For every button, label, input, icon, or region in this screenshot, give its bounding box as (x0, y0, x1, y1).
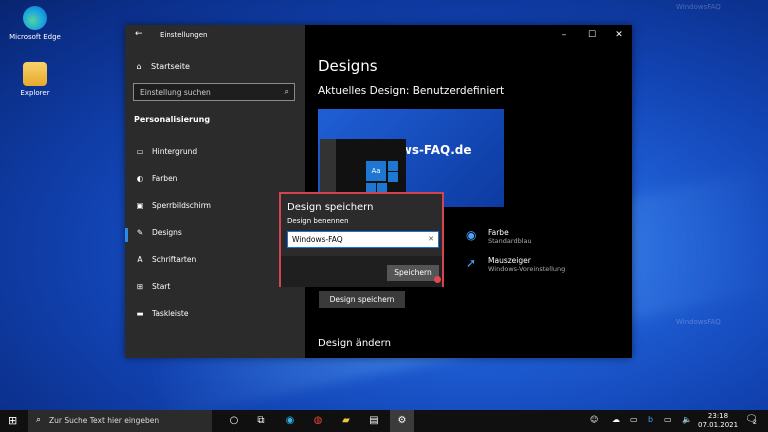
chrome-icon[interactable]: ◍ (310, 413, 326, 429)
taskbar-clock[interactable]: 23:18 07.01.2021 (698, 412, 738, 430)
sidebar-item-label: Taskleiste (152, 309, 189, 318)
maximize-button[interactable]: ☐ (582, 27, 602, 43)
taskbar-icon: ▬ (136, 309, 144, 318)
taskbar-search-placeholder: Zur Suche Text hier eingeben (49, 416, 160, 425)
nav-home[interactable]: ⌂ Startseite (133, 62, 190, 71)
clock-date: 07.01.2021 (698, 421, 739, 429)
desktop-icon-edge[interactable]: Microsoft Edge (5, 6, 65, 41)
network-icon[interactable]: ▭ (630, 415, 638, 424)
title-bar[interactable]: ← Einstellungen – ☐ ✕ (125, 25, 632, 45)
active-indicator (125, 228, 128, 242)
clear-icon[interactable]: ✕ (428, 235, 434, 243)
sidebar-item-start[interactable]: ⊞ Start (134, 282, 170, 291)
people-icon[interactable]: ☺ (590, 415, 598, 424)
font-icon: A (137, 255, 143, 264)
minimize-button[interactable]: – (554, 27, 574, 43)
property-value: Standardblau (488, 237, 532, 245)
volume-icon[interactable]: 🔈 (682, 415, 692, 424)
change-design-heading: Design ändern (318, 338, 391, 349)
terminal-icon[interactable]: ▤ (366, 413, 382, 429)
sidebar-item-taskleiste[interactable]: ▬ Taskleiste (134, 309, 188, 318)
desktop-icon-label: Microsoft Edge (9, 33, 61, 41)
sidebar-item-sperrbildschirm[interactable]: ▣ Sperrbildschirm (134, 201, 211, 210)
property-name: Farbe (488, 228, 509, 237)
cursor-icon: ➚ (466, 256, 477, 270)
start-icon: ⊞ (136, 282, 144, 291)
palette-icon: ◉ (466, 228, 477, 242)
bing-icon[interactable]: b (648, 415, 653, 424)
task-view-icon[interactable]: ○ (226, 413, 242, 429)
mouse-pointer-highlight (434, 276, 441, 283)
search-icon: ⌕ (36, 415, 42, 425)
save-button[interactable]: Speichern (387, 265, 439, 281)
property-farbe[interactable]: ◉ Farbe Standardblau (466, 228, 532, 245)
folder-icon (23, 62, 47, 86)
dialog-field-label: Design benennen (287, 217, 349, 225)
sidebar-item-label: Sperrbildschirm (152, 201, 211, 210)
edge-icon[interactable]: ◉ (282, 413, 298, 429)
preview-tile: Aa (366, 161, 386, 181)
property-mauszeiger[interactable]: ➚ Mauszeiger Windows-Voreinstellung (466, 256, 566, 273)
edge-icon (23, 6, 47, 30)
brush-icon: ✎ (136, 228, 144, 237)
close-button[interactable]: ✕ (609, 27, 629, 43)
palette-icon: ◐ (136, 174, 144, 183)
onedrive-icon[interactable]: ☁ (612, 415, 620, 424)
clock-time: 23:18 (707, 412, 729, 420)
sidebar-item-label: Designs (152, 228, 182, 237)
desktop-icon-label: Explorer (20, 89, 50, 97)
sidebar-item-label: Hintergrund (152, 147, 198, 156)
sidebar-item-farben[interactable]: ◐ Farben (134, 174, 178, 183)
back-arrow-icon[interactable]: ← (135, 29, 143, 39)
page-title: Designs (318, 57, 378, 75)
sidebar-item-label: Schriftarten (152, 255, 197, 264)
section-heading: Personalisierung (134, 115, 211, 124)
widgets-icon[interactable]: ⧉ (253, 413, 269, 429)
sidebar-item-label: Farben (152, 174, 178, 183)
taskbar: ⊞ ⌕ Zur Suche Text hier eingeben ○ ⧉ ◉ ◍… (0, 410, 768, 432)
nav-home-label: Startseite (151, 62, 190, 71)
home-icon: ⌂ (136, 62, 142, 71)
save-design-button[interactable]: Design speichern (319, 291, 405, 308)
search-placeholder: Einstellung suchen (140, 88, 211, 97)
preview-tile (388, 172, 398, 182)
folder-icon[interactable]: ▰ (338, 413, 354, 429)
property-value: Windows-Voreinstellung (488, 265, 566, 273)
search-icon: ⌕ (284, 87, 289, 96)
display-icon[interactable]: ▭ (664, 415, 672, 424)
desktop-icon-explorer[interactable]: Explorer (5, 62, 65, 97)
property-name: Mauszeiger (488, 256, 531, 265)
design-name-input[interactable]: Windows-FAQ ✕ (287, 231, 439, 248)
notification-count: 2 (753, 419, 757, 426)
current-design-heading: Aktuelles Design: Benutzerdefiniert (318, 85, 505, 97)
sidebar-item-schriftarten[interactable]: A Schriftarten (134, 255, 196, 264)
sidebar-item-designs[interactable]: ✎ Designs (134, 228, 182, 237)
dialog-title: Design speichern (287, 202, 374, 213)
image-icon: ▭ (136, 147, 144, 156)
design-name-value: Windows-FAQ (292, 235, 343, 244)
watermark: WindowsFAQ (676, 318, 721, 326)
watermark: WindowsFAQ (676, 3, 721, 11)
windows-start-icon[interactable]: ⊞ (8, 414, 17, 427)
save-design-dialog: Design speichern Design benennen Windows… (279, 192, 444, 287)
settings-gear-icon[interactable]: ⚙ (390, 410, 414, 432)
settings-search-input[interactable]: Einstellung suchen ⌕ (133, 83, 295, 101)
sidebar-item-hintergrund[interactable]: ▭ Hintergrund (134, 147, 197, 156)
preview-tile (388, 161, 398, 171)
lockscreen-icon: ▣ (136, 201, 144, 210)
taskbar-search-input[interactable]: ⌕ Zur Suche Text hier eingeben (28, 410, 212, 432)
sidebar-item-label: Start (152, 282, 171, 291)
window-title: Einstellungen (160, 31, 208, 39)
